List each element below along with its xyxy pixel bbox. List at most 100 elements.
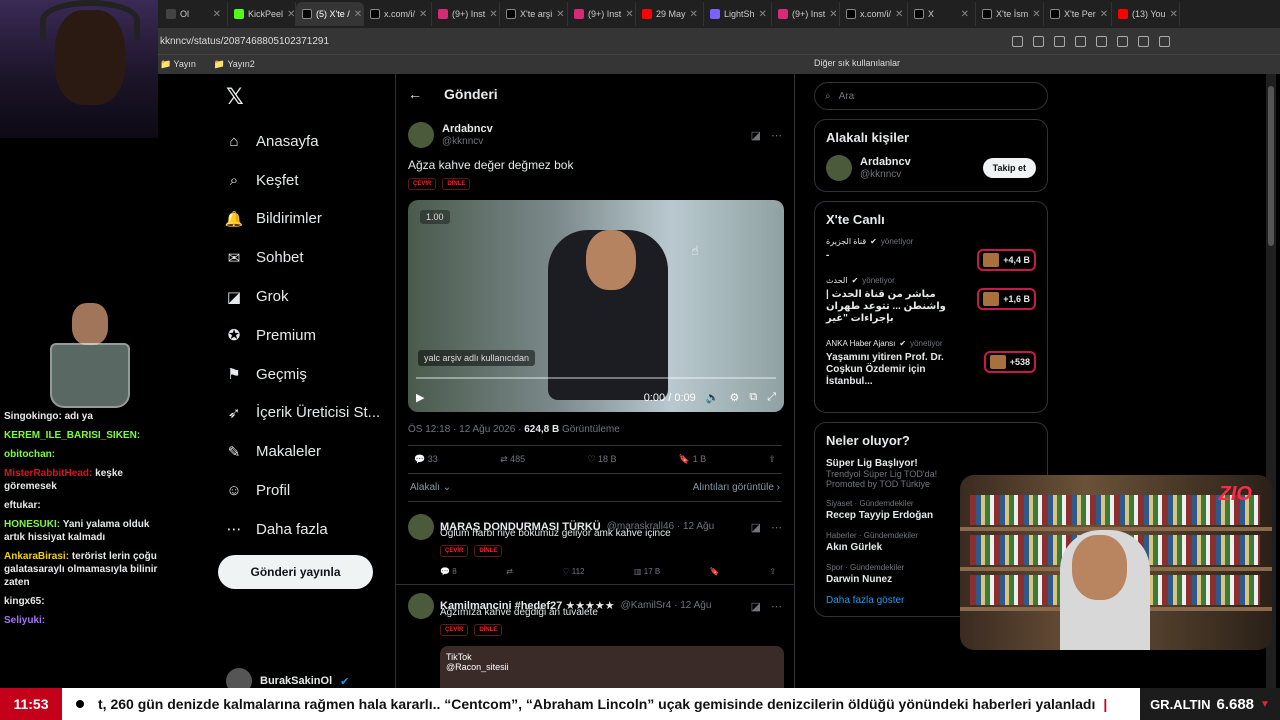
translate-button[interactable]: ÇEVİR xyxy=(440,624,469,636)
listen-button[interactable]: DİNLE xyxy=(474,624,503,636)
views-button[interactable]: ▥ 17 B xyxy=(634,567,660,576)
star-icon[interactable] xyxy=(1054,35,1065,47)
live-host[interactable]: ANKA Haber Ajansı xyxy=(826,339,895,348)
translate-button[interactable]: ÇEVİR xyxy=(408,178,437,190)
close-tab-icon[interactable]: ✕ xyxy=(354,9,362,20)
like-button[interactable]: ♡ 112 xyxy=(562,567,584,576)
related-name[interactable]: Ardabncv xyxy=(860,156,911,169)
reply-button[interactable]: 💬 33 xyxy=(414,454,438,465)
x-logo-icon[interactable]: 𝕏 xyxy=(226,84,244,110)
tweet-author-name[interactable]: Ardabncv xyxy=(442,123,493,136)
retweet-button[interactable]: ⇄ xyxy=(506,567,513,576)
chat-username[interactable]: Seliyuki: xyxy=(4,615,45,626)
grok-icon[interactable]: ◪ xyxy=(751,521,761,534)
reply-media[interactable]: TikTok @Racon_sitesii xyxy=(440,646,784,688)
live-listeners[interactable]: +4,4 B xyxy=(977,249,1036,271)
nav-item-notifications[interactable]: 🔔 Bildirimler xyxy=(224,200,404,239)
live-host[interactable]: الحدث xyxy=(826,276,848,285)
browser-tab[interactable]: (9+) Inst ✕ xyxy=(568,2,636,26)
browser-tab[interactable]: X'te Per ✕ xyxy=(1044,2,1112,26)
nav-item-home[interactable]: ⌂ Anasayfa xyxy=(224,122,404,161)
chat-username[interactable]: Singokingo: xyxy=(4,411,62,422)
browser-tab[interactable]: X ✕ xyxy=(908,2,976,26)
extension-icon[interactable] xyxy=(1012,35,1023,47)
video-player[interactable]: 1.00 yalc arşiv adlı kullanıcıdan ▶ 0:00… xyxy=(408,200,784,412)
chat-username[interactable]: eftukar: xyxy=(4,500,41,511)
extension-icon[interactable] xyxy=(1117,35,1128,47)
like-button[interactable]: ♡ 18 B xyxy=(587,454,616,465)
extension-icon[interactable] xyxy=(1159,35,1170,47)
chat-username[interactable]: HONESUKI: xyxy=(4,519,60,530)
listen-button[interactable]: DİNLE xyxy=(474,545,503,557)
video-attribution[interactable]: yalc arşiv adlı kullanıcıdan xyxy=(418,350,536,366)
avatar[interactable] xyxy=(408,122,434,148)
address-bar[interactable]: kknncv/status/2087468805102371291 xyxy=(0,28,1280,54)
close-tab-icon[interactable]: ✕ xyxy=(895,9,903,20)
pip-icon[interactable]: ⧉ xyxy=(749,391,757,404)
extension-icon[interactable] xyxy=(1096,35,1107,47)
grok-icon[interactable]: ◪ xyxy=(751,600,761,613)
search-input[interactable]: ⌕ Ara xyxy=(814,82,1048,110)
live-host[interactable]: قناة الجزيرة xyxy=(826,237,866,246)
translate-button[interactable]: ÇEVİR xyxy=(440,545,469,557)
nav-item-more[interactable]: ⋯ Daha fazla xyxy=(224,510,404,549)
nav-item-history[interactable]: ⚑ Geçmiş xyxy=(224,355,404,394)
nav-item-articles[interactable]: ✎ Makaleler xyxy=(224,432,404,471)
browser-tab[interactable]: (5) X'te / ✕ xyxy=(296,2,364,26)
follow-button[interactable]: Takip et xyxy=(982,158,1036,178)
tweet-date[interactable]: ÖS 12:18 · 12 Ağu 2026 · xyxy=(408,424,521,435)
listen-button[interactable]: DİNLE xyxy=(442,178,471,190)
live-item[interactable]: قناة الجزيرة ✔ yönetiyor - +4,4 B xyxy=(826,237,1036,271)
nav-item-premium[interactable]: ✪ Premium xyxy=(224,316,404,355)
close-tab-icon[interactable]: ✕ xyxy=(961,9,969,20)
close-tab-icon[interactable]: ✕ xyxy=(829,9,837,20)
close-tab-icon[interactable]: ✕ xyxy=(556,9,564,20)
chat-username[interactable]: obitochan: xyxy=(4,449,55,460)
browser-tab[interactable]: (13) You ✕ xyxy=(1112,2,1180,26)
bookmark-button[interactable]: 🔖 1 B xyxy=(679,454,706,465)
nav-item-grok[interactable]: ◪ Grok xyxy=(224,277,404,316)
nav-item-explore[interactable]: ⌕ Keşfet xyxy=(224,161,404,200)
extension-icon[interactable] xyxy=(1138,35,1149,47)
nav-item-creator[interactable]: ➶ İçerik Üreticisi St... xyxy=(224,394,404,433)
close-tab-icon[interactable]: ✕ xyxy=(759,9,767,20)
chat-username[interactable]: kingx65: xyxy=(4,596,45,607)
nav-item-profile[interactable]: ☺ Profil xyxy=(224,471,404,510)
live-item[interactable]: الحدث ✔ yönetiyor مباشر من قناة الحدث | واش… xyxy=(826,276,1036,325)
post-button[interactable]: Gönderi yayınla xyxy=(218,555,373,589)
video-progress-bar[interactable] xyxy=(416,377,776,379)
browser-tab[interactable]: KickPeel ✕ xyxy=(228,2,296,26)
nav-item-chat[interactable]: ✉ Sohbet xyxy=(224,238,404,277)
close-tab-icon[interactable]: ✕ xyxy=(690,9,698,20)
close-tab-icon[interactable]: ✕ xyxy=(213,9,221,20)
view-quotes-link[interactable]: Alıntıları görüntüle › xyxy=(693,482,780,493)
more-icon[interactable]: ⋯ xyxy=(771,521,782,534)
browser-tab[interactable]: Ol ✕ xyxy=(160,2,228,26)
close-tab-icon[interactable]: ✕ xyxy=(625,9,633,20)
volume-icon[interactable]: 🔈 xyxy=(706,391,720,404)
browser-tab[interactable]: X'te arşi ✕ xyxy=(500,2,568,26)
bookmark-folder[interactable]: 📁 Yayın xyxy=(160,59,196,70)
url-text[interactable]: kknncv/status/2087468805102371291 xyxy=(160,36,1012,47)
reply-button[interactable]: 💬 8 xyxy=(440,567,457,576)
grok-icon[interactable]: ◪ xyxy=(751,129,761,142)
browser-tab[interactable]: X'te İsm ✕ xyxy=(976,2,1044,26)
live-item[interactable]: ANKA Haber Ajansı ✔ yönetiyor Yaşamını yiti… xyxy=(826,339,1036,388)
play-icon[interactable]: ▶ xyxy=(416,391,424,404)
close-tab-icon[interactable]: ✕ xyxy=(287,9,295,20)
close-tab-icon[interactable]: ✕ xyxy=(1170,9,1178,20)
browser-tab[interactable]: (9+) Inst ✕ xyxy=(772,2,840,26)
extension-icon[interactable] xyxy=(1075,35,1086,47)
browser-tab[interactable]: (9+) Inst ✕ xyxy=(432,2,500,26)
live-listeners[interactable]: +538 xyxy=(983,351,1036,373)
live-listeners[interactable]: +1,6 B xyxy=(977,288,1036,310)
more-icon[interactable]: ⋯ xyxy=(771,600,782,613)
more-icon[interactable]: ⋯ xyxy=(771,129,782,142)
browser-tab[interactable]: 29 May ✕ xyxy=(636,2,704,26)
browser-tab[interactable]: x.com/i/✕ xyxy=(840,2,908,26)
chat-username[interactable]: MisterRabbitHead: xyxy=(4,468,92,479)
fullscreen-icon[interactable]: ⤢ xyxy=(767,391,776,404)
bookmark-folder[interactable]: 📁 Yayın2 xyxy=(214,59,255,70)
bookmark-icon[interactable]: 🔖 xyxy=(710,567,720,576)
back-arrow-icon[interactable]: ← xyxy=(408,86,422,102)
